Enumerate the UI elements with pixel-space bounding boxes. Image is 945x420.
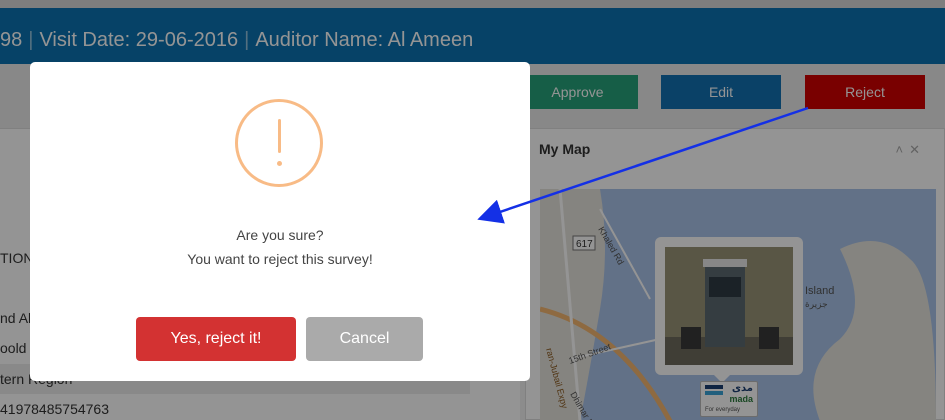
cancel-button[interactable]: Cancel bbox=[306, 317, 423, 361]
dialog-message: You want to reject this survey! bbox=[187, 251, 373, 267]
warning-icon-dot bbox=[277, 161, 282, 166]
warning-icon-bar bbox=[278, 119, 281, 153]
confirm-reject-button[interactable]: Yes, reject it! bbox=[136, 317, 296, 361]
dialog-title: Are you sure? bbox=[236, 227, 324, 243]
warning-icon bbox=[235, 99, 323, 187]
confirm-reject-dialog: Are you sure? You want to reject this su… bbox=[30, 62, 530, 381]
